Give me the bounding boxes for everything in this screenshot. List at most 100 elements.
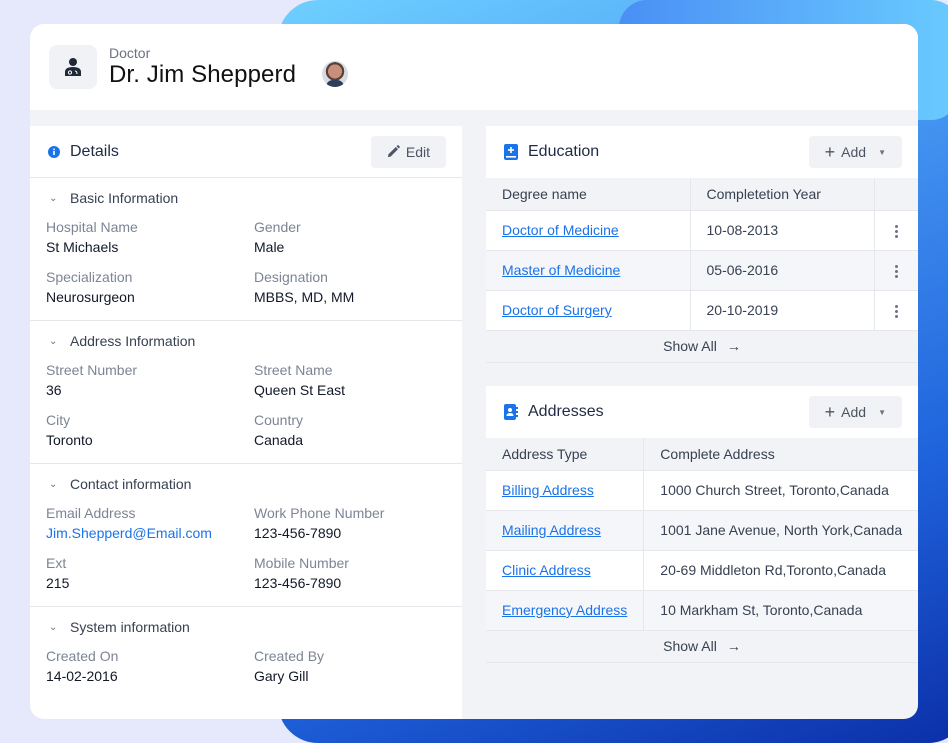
add-label: Add bbox=[841, 144, 867, 160]
street-name-value: Queen St East bbox=[254, 382, 346, 398]
address-information-toggle[interactable]: ⌄ Address Information bbox=[46, 321, 446, 361]
mobile-number-value: 123-456-7890 bbox=[254, 575, 342, 591]
education-show-all-link[interactable]: Show All → bbox=[486, 330, 918, 363]
specialization-label: Specialization bbox=[46, 269, 133, 285]
add-label: Add bbox=[841, 404, 867, 420]
work-phone-value: 123-456-7890 bbox=[254, 525, 342, 541]
addresses-show-all-link[interactable]: Show All → bbox=[486, 630, 918, 663]
city-label: City bbox=[46, 412, 71, 428]
completion-year: 10-08-2013 bbox=[690, 210, 875, 251]
caret-down-icon: ▼ bbox=[878, 407, 886, 417]
add-address-button[interactable]: + Add ▼ bbox=[808, 396, 902, 428]
created-by-label: Created By bbox=[254, 648, 325, 664]
degree-link[interactable]: Master of Medicine bbox=[486, 250, 691, 291]
specialization-value: Neurosurgeon bbox=[46, 289, 135, 305]
table-row: Doctor of Medicine 10-08-2013 bbox=[486, 210, 918, 251]
contact-information-toggle[interactable]: ⌄ Contact information bbox=[46, 464, 446, 504]
city-value: Toronto bbox=[46, 432, 93, 448]
street-number-value: 36 bbox=[46, 382, 62, 398]
doctor-name: Dr. Jim Shepperd bbox=[109, 61, 297, 88]
edit-button[interactable]: Edit bbox=[370, 135, 446, 168]
designation-value: MBBS, MD, MM bbox=[254, 289, 355, 305]
column-header[interactable]: Complete Address bbox=[643, 438, 918, 471]
address-type-link[interactable]: Clinic Address bbox=[486, 550, 645, 591]
chevron-down-icon: ⌄ bbox=[49, 621, 58, 633]
more-vertical-icon[interactable] bbox=[894, 304, 898, 318]
section-title: Address Information bbox=[70, 333, 196, 349]
table-row: Mailing Address 1001 Jane Avenue, North … bbox=[486, 510, 918, 551]
system-information-toggle[interactable]: ⌄ System information bbox=[46, 607, 446, 647]
address-information-section: ⌄ Address Information Street Number 36 St… bbox=[30, 321, 462, 464]
gender-label: Gender bbox=[254, 219, 301, 235]
complete-address: 20-69 Middleton Rd,Toronto,Canada bbox=[643, 550, 918, 591]
column-header[interactable]: Degree name bbox=[486, 178, 691, 211]
hospital-name-value: St Michaels bbox=[46, 239, 119, 255]
caret-down-icon: ▼ bbox=[878, 147, 886, 157]
complete-address: 10 Markham St, Toronto,Canada bbox=[643, 590, 918, 631]
mobile-number-label: Mobile Number bbox=[254, 555, 349, 571]
add-education-button[interactable]: + Add ▼ bbox=[808, 136, 902, 168]
education-title: Education bbox=[528, 143, 600, 160]
ext-label: Ext bbox=[46, 555, 67, 571]
basic-information-toggle[interactable]: ⌄ Basic Information bbox=[46, 178, 446, 218]
street-name-label: Street Name bbox=[254, 362, 333, 378]
country-label: Country bbox=[254, 412, 304, 428]
section-title: Contact information bbox=[70, 476, 192, 492]
arrow-right-icon: → bbox=[726, 338, 741, 354]
record-type-label: Doctor bbox=[109, 45, 151, 61]
doctor-icon bbox=[49, 45, 97, 89]
complete-address: 1000 Church Street, Toronto,Canada bbox=[643, 470, 918, 511]
info-icon bbox=[48, 145, 60, 158]
gender-value: Male bbox=[254, 239, 285, 255]
more-vertical-icon[interactable] bbox=[894, 224, 898, 238]
basic-information-section: ⌄ Basic Information Hospital Name St Mich… bbox=[30, 178, 462, 321]
country-value: Canada bbox=[254, 432, 304, 448]
addresses-panel: Addresses + Add ▼ Address Type Complete … bbox=[486, 386, 918, 663]
show-all-label: Show All bbox=[663, 638, 717, 654]
completion-year: 20-10-2019 bbox=[690, 290, 875, 331]
user-avatar[interactable] bbox=[322, 61, 349, 87]
book-icon bbox=[504, 144, 518, 160]
column-header-actions bbox=[874, 178, 918, 211]
contact-book-icon bbox=[504, 404, 518, 420]
degree-link[interactable]: Doctor of Surgery bbox=[486, 290, 691, 331]
table-row: Master of Medicine 05-06-2016 bbox=[486, 250, 918, 291]
show-all-label: Show All bbox=[663, 338, 717, 354]
section-title: System information bbox=[70, 619, 190, 635]
column-header[interactable]: Completetion Year bbox=[690, 178, 875, 211]
table-row: Emergency Address 10 Markham St, Toronto… bbox=[486, 590, 918, 631]
work-phone-label: Work Phone Number bbox=[254, 505, 385, 521]
more-vertical-icon[interactable] bbox=[894, 264, 898, 278]
section-title: Basic Information bbox=[70, 190, 179, 206]
designation-label: Designation bbox=[254, 269, 328, 285]
address-type-link[interactable]: Mailing Address bbox=[486, 510, 645, 551]
hospital-name-label: Hospital Name bbox=[46, 219, 138, 235]
degree-link[interactable]: Doctor of Medicine bbox=[486, 210, 691, 251]
addresses-table: Address Type Complete Address Billing Ad… bbox=[486, 438, 918, 631]
details-panel: Details Edit ⌄ Basic Information Hospita… bbox=[30, 126, 462, 719]
created-on-value: 14-02-2016 bbox=[46, 668, 118, 684]
email-link[interactable]: Jim.Shepperd@Email.com bbox=[46, 522, 254, 544]
table-row: Billing Address 1000 Church Street, Toro… bbox=[486, 470, 918, 511]
created-by-value: Gary Gill bbox=[254, 668, 309, 684]
address-type-link[interactable]: Emergency Address bbox=[486, 590, 645, 631]
completion-year: 05-06-2016 bbox=[690, 250, 875, 291]
created-on-label: Created On bbox=[46, 648, 119, 664]
education-panel: Education + Add ▼ Degree name Completeti… bbox=[486, 126, 918, 363]
pencil-icon bbox=[387, 145, 400, 158]
edit-label: Edit bbox=[405, 143, 430, 160]
complete-address: 1001 Jane Avenue, North York,Canada bbox=[643, 510, 918, 551]
record-header: Doctor Dr. Jim Shepperd bbox=[30, 24, 918, 110]
table-row: Doctor of Surgery 20-10-2019 bbox=[486, 290, 918, 331]
chevron-down-icon: ⌄ bbox=[49, 478, 58, 490]
table-row: Clinic Address 20-69 Middleton Rd,Toront… bbox=[486, 550, 918, 591]
details-title: Details bbox=[70, 142, 119, 160]
column-header[interactable]: Address Type bbox=[486, 438, 645, 471]
ext-value: 215 bbox=[46, 575, 70, 591]
arrow-right-icon: → bbox=[726, 638, 741, 654]
plus-icon: + bbox=[824, 142, 836, 162]
plus-icon: + bbox=[824, 402, 836, 422]
contact-information-section: ⌄ Contact information Email Address Jim.S… bbox=[30, 464, 462, 607]
education-table: Degree name Completetion Year Doctor of … bbox=[486, 178, 918, 331]
address-type-link[interactable]: Billing Address bbox=[486, 470, 645, 511]
